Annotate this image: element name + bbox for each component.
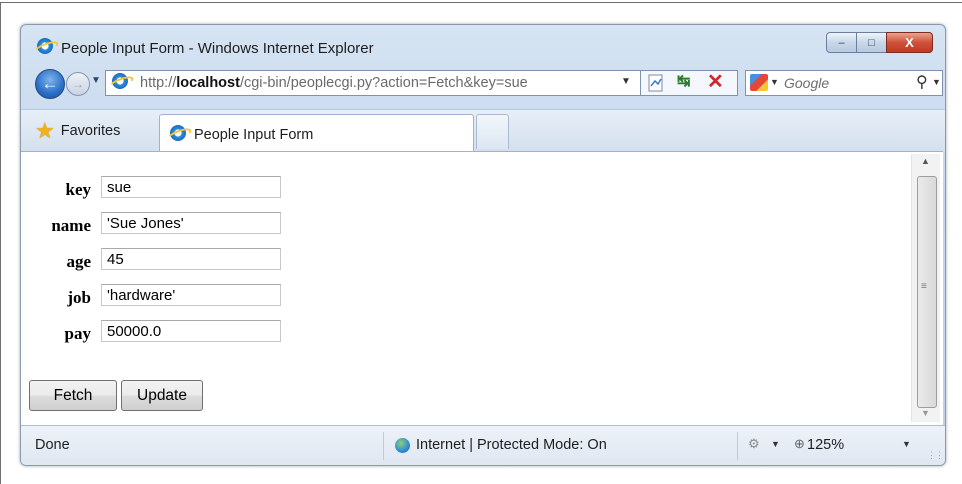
tab-people-input-form[interactable]: People Input Form — [159, 114, 474, 153]
pay-field[interactable]: 50000.0 — [101, 320, 281, 342]
star-icon: ★ — [35, 118, 55, 143]
search-provider-icon[interactable] — [750, 74, 768, 91]
maximize-button[interactable]: □ — [856, 32, 887, 53]
address-url[interactable]: http://localhost/cgi-bin/peoplecgi.py?ac… — [140, 75, 528, 91]
refresh-icon[interactable]: ↹ — [677, 71, 690, 91]
window-title: People Input Form - Windows Internet Exp… — [61, 40, 374, 57]
browser-window: People Input Form - Windows Internet Exp… — [20, 24, 946, 466]
scroll-grip-icon: ≡ — [921, 281, 927, 292]
search-icon[interactable]: ⚲ — [916, 72, 928, 92]
favorites-label: Favorites — [60, 123, 121, 139]
ie-logo-icon — [37, 38, 53, 59]
title-bar[interactable]: People Input Form - Windows Internet Exp… — [21, 25, 945, 57]
scroll-down-arrow-icon[interactable]: ▼ — [921, 408, 930, 418]
zoom-icon[interactable]: ⊕ — [794, 436, 805, 452]
address-tools: ↹ ✕ — [641, 70, 738, 96]
compatibility-view-icon[interactable] — [647, 74, 665, 92]
addons-chevron-down-icon[interactable]: ▼ — [771, 439, 780, 449]
status-separator — [383, 432, 384, 460]
key-label: key — [65, 180, 92, 199]
resize-grip-icon[interactable]: ⋮⋮ — [927, 450, 944, 461]
tab-label: People Input Form — [194, 127, 314, 143]
recent-pages-chevron-down-icon[interactable]: ▼ — [91, 75, 101, 86]
update-button[interactable]: Update — [121, 380, 203, 411]
caption-buttons: – □ X — [826, 32, 933, 53]
age-field[interactable]: 45 — [101, 248, 281, 270]
zoom-chevron-down-icon[interactable]: ▼ — [902, 439, 911, 449]
minimize-button[interactable]: – — [826, 32, 857, 53]
tab-ie-icon — [170, 125, 186, 146]
key-field[interactable]: sue — [101, 176, 281, 198]
back-arrow-icon[interactable]: ← — [35, 69, 65, 99]
search-box[interactable]: ▼ Google ⚲ ▼ — [745, 70, 943, 96]
zone-text: Internet | Protected Mode: On — [416, 437, 607, 453]
scroll-thumb[interactable]: ≡ — [917, 176, 937, 408]
url-scheme: http:// — [140, 75, 177, 91]
status-bar: Done Internet | Protected Mode: On ⚙ ▼ ⊕… — [21, 425, 945, 465]
name-field[interactable]: 'Sue Jones' — [101, 212, 281, 234]
search-input[interactable]: Google — [784, 75, 829, 91]
address-history-chevron-down-icon[interactable]: ▼ — [621, 76, 631, 87]
figure-frame-top — [0, 2, 962, 3]
page-ie-icon — [112, 73, 128, 94]
navigation-bar: ← → ▼ http://localhost/cgi-bin/peoplecgi… — [21, 63, 945, 99]
figure-frame-left — [0, 2, 1, 484]
job-label: job — [67, 288, 91, 307]
pay-label: pay — [64, 324, 91, 343]
vertical-scrollbar[interactable]: ▲ ≡ ▼ — [911, 154, 940, 422]
url-path: /cgi-bin/peoplecgi.py?action=Fetch&key=s… — [239, 75, 528, 91]
scroll-up-arrow-icon[interactable]: ▲ — [921, 156, 930, 166]
favorites-button[interactable]: ★ Favorites — [35, 118, 121, 143]
url-host: localhost — [176, 75, 240, 91]
addons-icon[interactable]: ⚙ — [748, 436, 760, 452]
job-field[interactable]: 'hardware' — [101, 284, 281, 306]
status-text: Done — [35, 437, 70, 453]
stop-icon[interactable]: ✕ — [707, 69, 724, 94]
name-label: name — [51, 216, 91, 235]
security-zone[interactable]: Internet | Protected Mode: On — [395, 437, 607, 453]
globe-icon — [395, 437, 410, 453]
new-tab-button[interactable] — [476, 114, 509, 149]
zoom-level[interactable]: 125% — [807, 437, 844, 453]
age-label: age — [66, 252, 91, 271]
address-bar[interactable]: http://localhost/cgi-bin/peoplecgi.py?ac… — [105, 70, 641, 96]
page-content: key sue name 'Sue Jones' age 45 job 'har… — [21, 151, 943, 426]
status-separator — [737, 432, 738, 460]
fetch-button[interactable]: Fetch — [29, 380, 117, 411]
forward-arrow-icon[interactable]: → — [66, 72, 90, 96]
close-button[interactable]: X — [886, 32, 933, 53]
search-options-chevron-down-icon[interactable]: ▼ — [932, 77, 941, 87]
favorites-and-tabs-bar: ★ Favorites People Input Form — [21, 109, 945, 153]
search-provider-chevron-down-icon[interactable]: ▼ — [770, 77, 779, 87]
